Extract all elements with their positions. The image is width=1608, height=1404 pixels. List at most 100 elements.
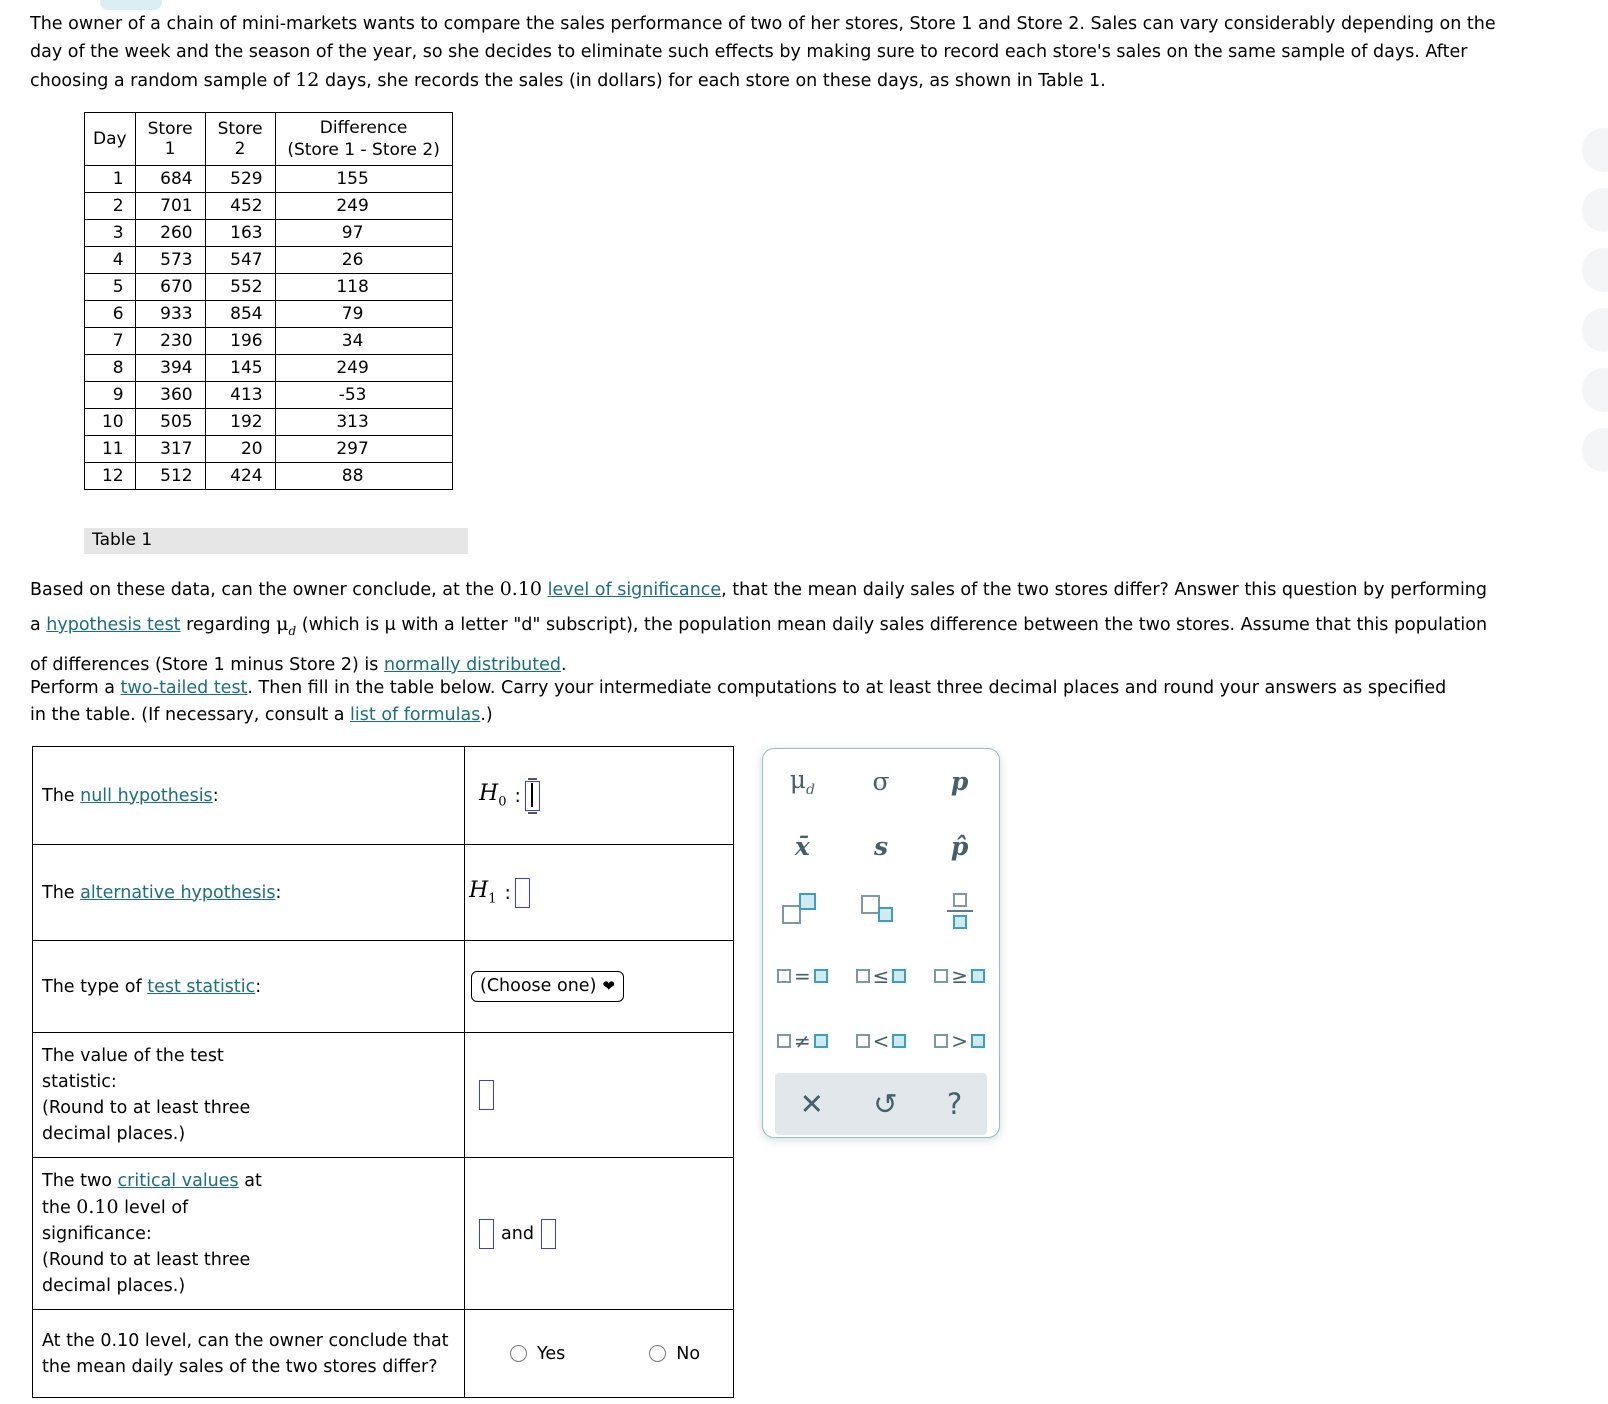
clear-icon[interactable]: ✕ [800,1089,824,1119]
cell-day: 9 [84,381,136,409]
h0-symbol: H0 [479,781,506,809]
header-difference: Difference (Store 1 - Store 2) [274,112,453,166]
link-list-of-formulas[interactable]: list of formulas [350,705,480,725]
cell-diff: 88 [274,462,453,490]
palette-button-subscript[interactable] [842,879,921,944]
radio-no-circle[interactable] [649,1345,667,1362]
null-hypothesis-math-input[interactable] [524,777,540,814]
cell-day: 7 [84,327,136,355]
mu-glyph: μ [789,764,806,794]
crit-line1-suffix: at [238,1171,262,1191]
p1-text-1: Based on these data, can the owner concl… [30,580,500,600]
palette-button-less-equal[interactable]: ≤ [842,943,921,1008]
help-icon[interactable]: ? [947,1089,962,1119]
cell-store2: 854 [204,300,276,328]
subscript-template-icon [860,894,901,927]
edge-toolbar-button-3[interactable] [1582,248,1608,292]
palette-button-less-than[interactable]: < [842,1008,921,1073]
palette-button-mu-d[interactable]: μd [763,749,842,814]
palette-button-p-hat[interactable]: p̂ [920,814,999,879]
intro-sample-size: 12 [295,69,320,91]
link-normally-distributed[interactable]: normally distributed [384,655,561,675]
chevron-down-icon: ❤ [602,977,615,995]
answer-form-table: The null hypothesis: H0: The alternative… [32,746,734,1398]
link-test-statistic[interactable]: test statistic [147,977,255,997]
radio-option-no[interactable]: No [649,1344,700,1364]
p-hat-icon: p̂ [950,831,969,861]
palette-button-x-bar[interactable]: x̄ [763,814,842,879]
form-row-alt-hypothesis: The alternative hypothesis: H1: [32,844,734,941]
edge-toolbar-button-6[interactable] [1582,428,1608,472]
cell-store1: 701 [134,192,206,220]
conclusion-line1: At the 0.10 level, can the owner conclud… [42,1330,449,1351]
superscript-exponent-box [799,892,817,910]
link-level-of-significance[interactable]: level of significance [548,580,722,600]
critical-values-label-cell: The two critical values at the 0.10 leve… [32,1157,465,1310]
palette-button-not-equal[interactable]: ≠ [763,1008,842,1073]
cell-store2: 452 [204,192,276,220]
header-store1: Store 1 [134,112,206,166]
radio-no-label: No [676,1343,701,1364]
less-than-left-box [855,1033,870,1048]
link-two-tailed-test[interactable]: two-tailed test [121,678,248,698]
cell-store1: 360 [134,381,206,409]
h0-letter: H [479,781,499,807]
test-statistic-type-dropdown[interactable]: (Choose one) ❤ [471,971,624,1002]
palette-button-greater-than[interactable]: > [920,1008,999,1073]
link-critical-values[interactable]: critical values [118,1171,239,1191]
radio-yes-circle[interactable] [510,1345,527,1362]
cell-day: 1 [84,165,136,193]
h1-letter: H [469,878,489,904]
table-row: 6 933 854 79 [84,300,453,328]
intro-text-2: days, she records the sales (in dollars)… [319,71,1106,91]
cell-store2: 192 [204,408,276,436]
cell-day: 5 [84,273,136,301]
edge-toolbar-button-1[interactable] [1582,128,1608,172]
alt-hypothesis-math-input[interactable] [514,877,530,908]
edge-toolbar-button-5[interactable] [1582,368,1608,412]
link-hypothesis-test[interactable]: hypothesis test [46,615,180,635]
edge-toolbar-button-4[interactable] [1582,308,1608,352]
equals-right-box [813,968,828,983]
edge-toolbar-button-2[interactable] [1582,188,1608,232]
browser-tab-fragment[interactable] [100,0,162,10]
test-statistic-value-input[interactable] [479,1080,494,1110]
cell-store1: 505 [134,408,206,436]
type-label-suffix: : [255,976,262,997]
palette-button-fraction[interactable] [920,879,999,944]
undo-icon[interactable]: ↺ [873,1089,897,1119]
link-null-hypothesis[interactable]: null hypothesis [80,786,213,806]
right-edge-floating-toolbar[interactable] [1582,128,1608,488]
test-statistic-value-label-cell: The value of the test statistic: (Round … [32,1032,465,1158]
table-row: 5 670 552 118 [84,273,453,301]
fraction-template-icon [946,892,973,929]
cell-store1: 512 [134,462,206,490]
palette-button-superscript[interactable] [763,879,842,944]
conclusion-label-cell: At the 0.10 level, can the owner conclud… [32,1309,465,1398]
cell-store1: 230 [134,327,206,355]
cell-store1: 394 [134,354,206,382]
table-row: 1 684 529 155 [84,165,453,193]
caret-top-tick [527,777,537,780]
radio-option-yes[interactable]: Yes [510,1344,565,1364]
cell-store1: 670 [134,273,206,301]
critical-value-upper-input[interactable] [540,1218,556,1249]
palette-button-s[interactable]: s [842,814,921,879]
greater-than-left-box [934,1033,949,1048]
palette-button-p[interactable]: p [920,749,999,814]
p1-alpha: 0.10 [499,578,543,600]
link-alternative-hypothesis[interactable]: alternative hypothesis [80,883,275,903]
palette-button-greater-equal[interactable]: ≥ [920,943,999,1008]
table-row: 11 317 20 297 [84,435,453,463]
cell-diff: 313 [274,408,453,436]
text-caret [530,782,533,807]
greater-equal-right-box [971,968,986,983]
table-row: 7 230 196 34 [84,327,453,355]
critical-value-lower-input[interactable] [479,1218,494,1249]
palette-button-sigma[interactable]: σ [842,749,921,814]
less-than-right-box [892,1033,907,1048]
critical-values-input-cell: and [464,1157,734,1310]
radio-yes-label: Yes [537,1343,566,1364]
palette-button-equals[interactable]: = [763,943,842,1008]
table-body: 1 684 529 155 2 701 452 249 3 260 163 97 4 573 547 26 5 6… [84,165,453,490]
